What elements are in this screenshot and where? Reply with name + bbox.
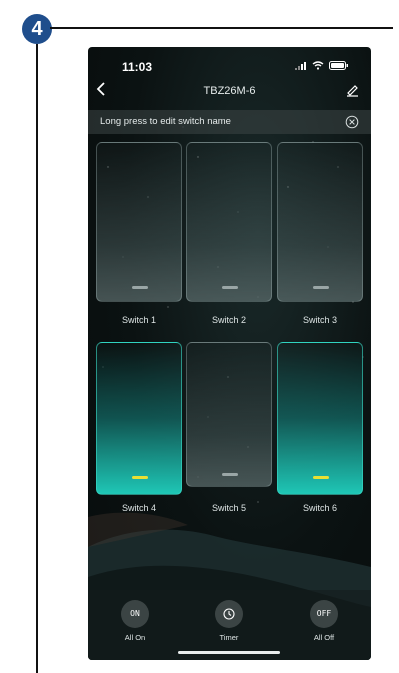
switch-2-label: Switch 2 <box>211 315 246 325</box>
all-on-button[interactable]: ON <box>121 600 149 628</box>
switch-4-indicator <box>132 476 148 479</box>
switch-1-panel[interactable] <box>96 142 182 302</box>
switch-5-indicator <box>222 473 238 476</box>
battery-icon <box>329 61 348 70</box>
pencil-icon[interactable] <box>345 83 359 97</box>
page-title: TBZ26M-6 <box>203 85 256 97</box>
switch-6-indicator <box>313 476 329 479</box>
all-off-label: All Off <box>313 633 335 642</box>
switch-2-panel[interactable] <box>186 142 272 302</box>
close-circle-icon[interactable] <box>345 115 359 129</box>
header-rule <box>50 27 393 29</box>
signal-icon <box>295 61 306 70</box>
switch-1-indicator <box>132 286 148 289</box>
home-indicator <box>178 651 280 654</box>
side-rule <box>36 44 38 673</box>
switch-5-panel[interactable] <box>186 342 272 487</box>
switch-2-indicator <box>222 286 238 289</box>
all-off-button[interactable]: OFF <box>310 600 338 628</box>
switch-3-indicator <box>313 286 329 289</box>
clock-icon <box>223 608 235 620</box>
switch-4-label: Switch 4 <box>121 503 156 513</box>
manual-page: 4 11:03 TBZ26M-6 Long press to edit swit… <box>0 0 399 673</box>
bottom-control-bar: ON All On Timer OFF All Off <box>88 590 371 660</box>
timer-button[interactable] <box>215 600 243 628</box>
switch-3-label: Switch 3 <box>302 315 337 325</box>
info-banner: Long press to edit switch name <box>88 110 371 134</box>
status-icons <box>295 61 349 70</box>
nav-bar: TBZ26M-6 <box>88 81 371 107</box>
info-banner-text: Long press to edit switch name <box>100 116 231 127</box>
switch-1-label: Switch 1 <box>121 315 156 325</box>
status-time: 11:03 <box>122 60 153 74</box>
step-badge: 4 <box>22 14 52 44</box>
wifi-icon <box>312 61 324 70</box>
switch-5-label: Switch 5 <box>211 503 246 513</box>
status-bar: 11:03 <box>88 47 371 83</box>
timer-label: Timer <box>219 633 239 642</box>
switch-3-panel[interactable] <box>277 142 363 302</box>
switch-6-panel[interactable] <box>277 342 363 495</box>
phone-screen: 11:03 TBZ26M-6 Long press to edit switch… <box>88 47 371 660</box>
all-on-label: All On <box>124 633 146 642</box>
switch-4-panel[interactable] <box>96 342 182 495</box>
switch-6-label: Switch 6 <box>302 503 337 513</box>
